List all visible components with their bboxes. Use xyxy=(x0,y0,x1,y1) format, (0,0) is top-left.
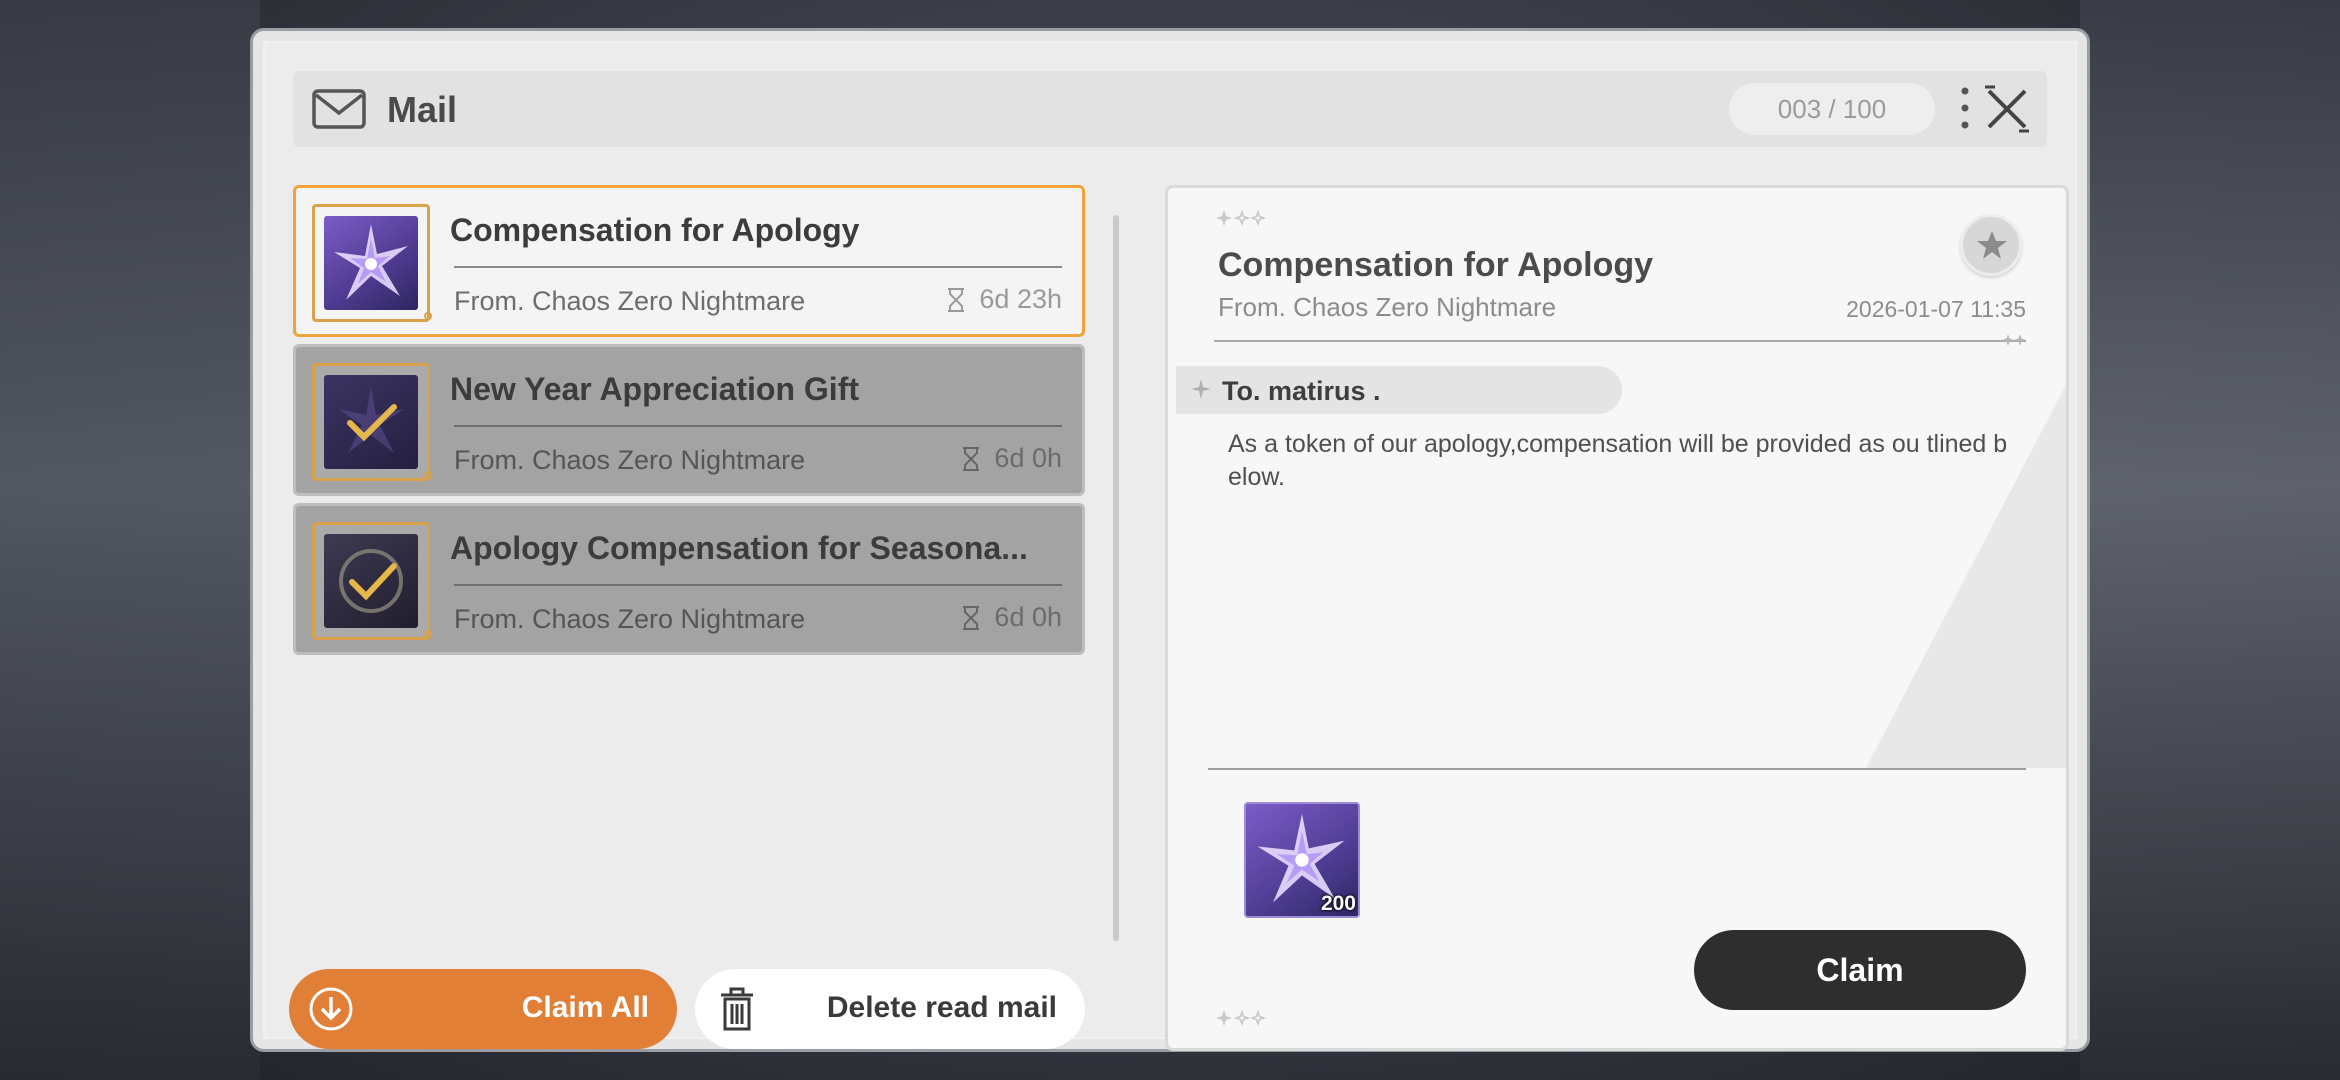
background-decoration xyxy=(1866,308,2066,768)
divider xyxy=(1214,340,2026,342)
hourglass-icon xyxy=(963,605,980,630)
claim-button[interactable]: Claim xyxy=(1694,930,2026,1010)
mail-header: Mail 003 / 100 xyxy=(293,71,2047,147)
thumbnail-dot xyxy=(424,312,432,320)
thumbnail-dot xyxy=(424,630,432,638)
mail-sender: From. Chaos Zero Nightmare xyxy=(454,604,806,634)
mail-list-scrollbar[interactable] xyxy=(1113,215,1119,941)
mail-thumbnail-frame xyxy=(312,204,430,322)
mail-sender: From. Chaos Zero Nightmare xyxy=(454,286,806,316)
thumbnail-dot xyxy=(424,471,432,479)
mail-expiry-text: 6d 23h xyxy=(979,284,1062,314)
mail-list-item[interactable]: Apology Compensation for Seasona... From… xyxy=(293,503,1085,655)
envelope-icon xyxy=(312,89,366,129)
claim-all-button[interactable]: Claim All xyxy=(289,969,677,1049)
favorite-button[interactable] xyxy=(1960,214,2022,276)
reward-item[interactable]: 200 xyxy=(1244,802,1360,918)
background-right xyxy=(2080,0,2340,1080)
mail-title: Apology Compensation for Seasona... xyxy=(450,530,1028,566)
sparkle-icon xyxy=(1216,209,1267,227)
delete-read-mail-label: Delete read mail xyxy=(826,991,1057,1024)
mail-sender: From. Chaos Zero Nightmare xyxy=(454,445,806,475)
delete-read-mail-button[interactable]: Delete read mail xyxy=(695,969,1085,1049)
mail-list: Compensation for Apology From. Chaos Zer… xyxy=(293,185,1085,662)
sparkle-icon xyxy=(2002,334,2026,346)
claim-all-label: Claim All xyxy=(521,991,649,1024)
more-options-icon[interactable] xyxy=(1959,85,1971,131)
crystal-star-icon xyxy=(324,216,418,310)
mail-expiry-text: 6d 0h xyxy=(994,443,1062,473)
mail-list-item[interactable]: New Year Appreciation Gift From. Chaos Z… xyxy=(293,344,1085,496)
divider xyxy=(454,266,1062,268)
detail-date: 2026-01-07 11:35 xyxy=(1846,296,2026,322)
sparkle-icon xyxy=(1216,1009,1267,1027)
hourglass-icon xyxy=(963,446,980,471)
check-icon xyxy=(324,534,418,628)
hourglass-icon xyxy=(948,287,965,312)
mail-title: New Year Appreciation Gift xyxy=(450,371,859,407)
divider xyxy=(454,425,1062,427)
divider xyxy=(454,584,1062,586)
close-icon[interactable] xyxy=(1983,83,2031,135)
recipient-label: To. matirus . xyxy=(1222,376,1381,406)
page-title: Mail xyxy=(387,89,458,130)
star-icon xyxy=(1977,231,2007,259)
divider xyxy=(1208,768,2026,770)
mail-expiry-text: 6d 0h xyxy=(994,602,1062,632)
mail-expiry: 6d 23h xyxy=(947,284,1062,315)
mail-expiry: 6d 0h xyxy=(962,602,1062,633)
mail-list-item[interactable]: Compensation for Apology From. Chaos Zer… xyxy=(293,185,1085,337)
mail-window-inner: Mail 003 / 100 Compensation for Apology … xyxy=(265,43,2075,1051)
recipient-banner: To. matirus . xyxy=(1176,366,1622,414)
detail-title: Compensation for Apology xyxy=(1218,246,1654,284)
mail-detail-panel: Compensation for Apology From. Chaos Zer… xyxy=(1165,185,2069,1051)
reward-quantity: 200 xyxy=(1320,892,1356,915)
mail-body-text: As a token of our apology,compensation w… xyxy=(1228,430,2008,491)
sparkle-icon xyxy=(1191,379,1211,399)
download-circle-icon xyxy=(309,987,353,1031)
mail-thumbnail-frame xyxy=(312,522,430,640)
background-left xyxy=(0,0,260,1080)
mail-count-badge: 003 / 100 xyxy=(1729,83,1935,135)
check-icon xyxy=(324,375,418,469)
mail-expiry: 6d 0h xyxy=(962,443,1062,474)
mail-window: Mail 003 / 100 Compensation for Apology … xyxy=(250,28,2090,1052)
trash-icon xyxy=(721,987,753,1031)
detail-sender: From. Chaos Zero Nightmare xyxy=(1218,292,1557,322)
mail-title: Compensation for Apology xyxy=(450,212,860,248)
mail-thumbnail-frame xyxy=(312,363,430,481)
